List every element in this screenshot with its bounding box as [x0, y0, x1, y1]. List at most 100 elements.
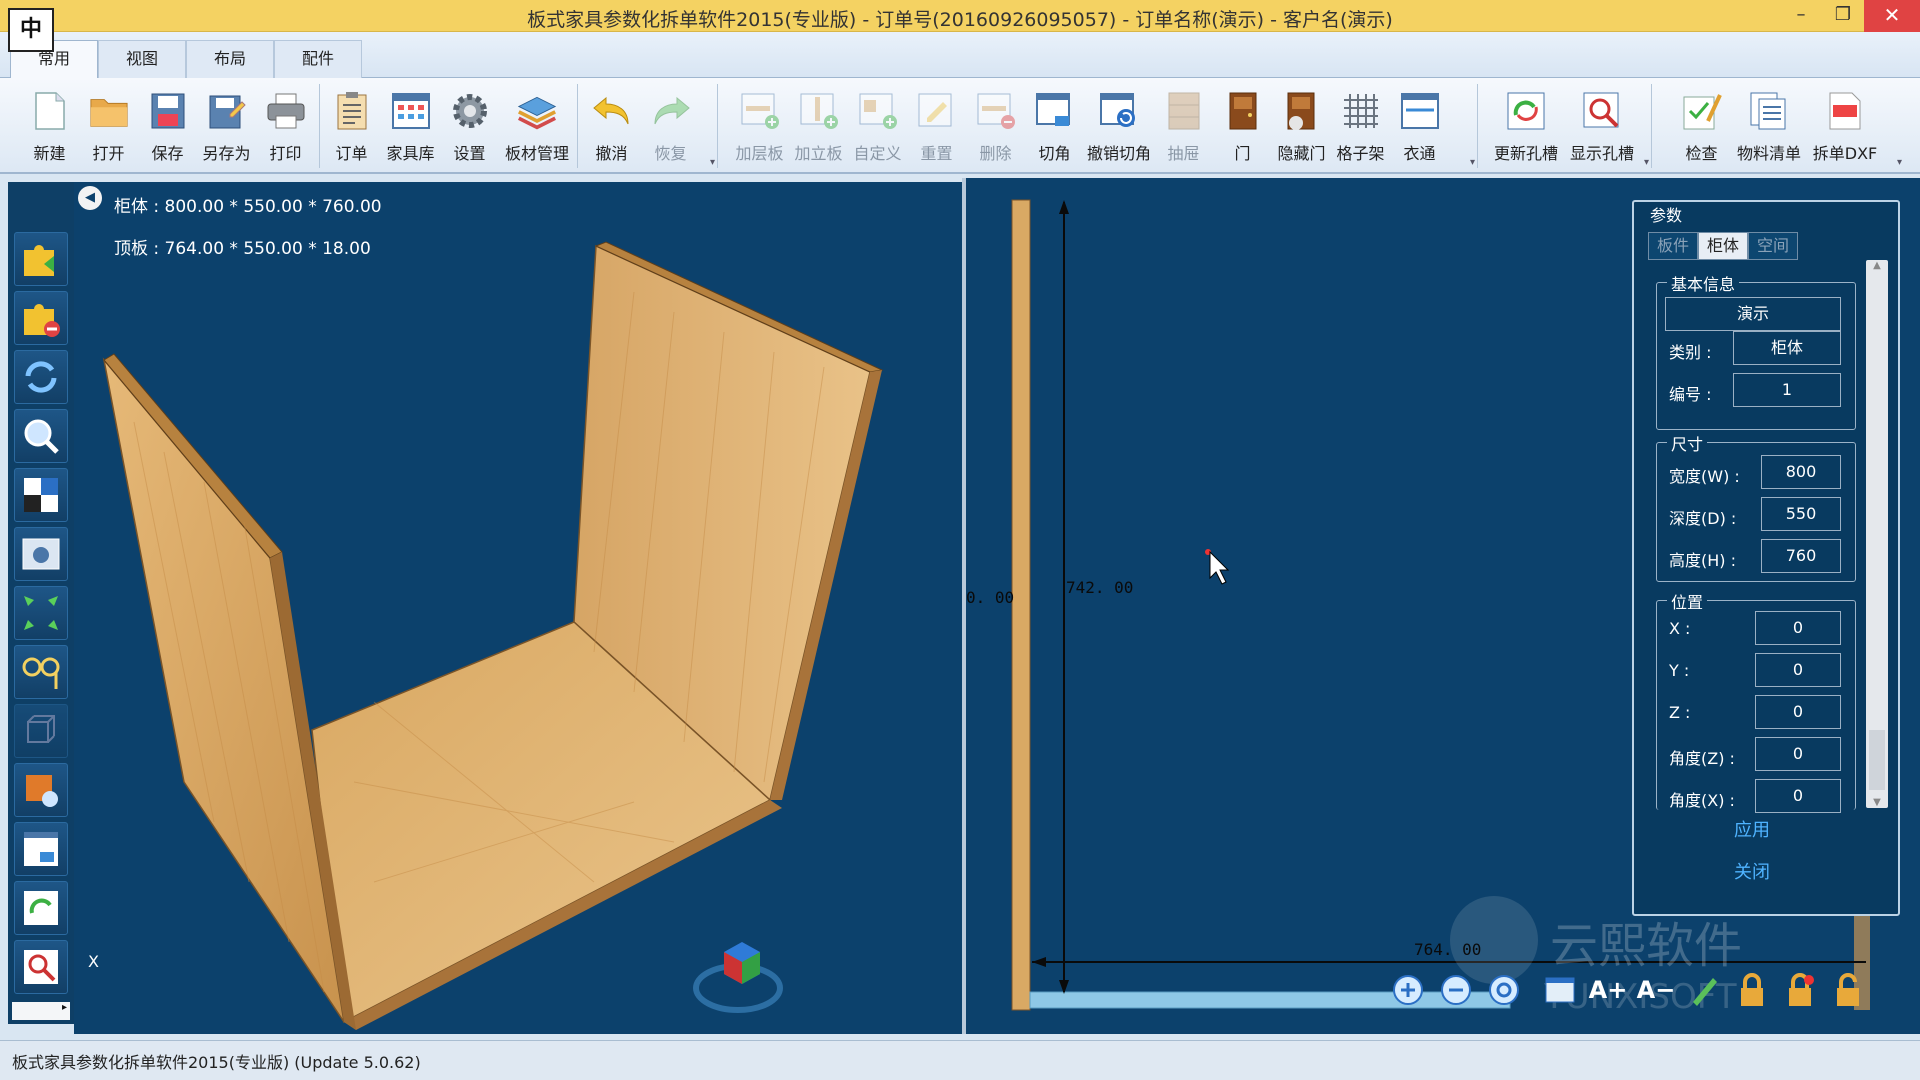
delete-button[interactable]: 删除 [966, 84, 1025, 168]
puzzle-add-icon [24, 245, 54, 276]
order-button[interactable]: 订单 [322, 84, 381, 168]
dim-width-label: 764. 00 [1414, 940, 1482, 959]
z-field[interactable]: 0 [1755, 695, 1841, 729]
scroll-thumb[interactable] [1869, 730, 1885, 790]
y-field[interactable]: 0 [1755, 653, 1841, 687]
reset-button[interactable]: 重置 [907, 84, 966, 168]
custom-board-button[interactable]: 自定义 [848, 84, 907, 168]
close-panel-button[interactable]: 关闭 [1620, 858, 1884, 884]
cabinet-3d-model[interactable] [74, 182, 962, 1034]
measure-tool[interactable] [14, 645, 68, 699]
group-expand-icon[interactable]: ▾ [1470, 157, 1475, 168]
unlock-icon[interactable] [1826, 968, 1870, 1012]
add-vertical-board-button[interactable]: 加立板 [789, 84, 848, 168]
save-as-button[interactable]: 另存为 [197, 84, 256, 168]
check-button[interactable]: 检查 [1672, 84, 1731, 168]
lock-red-icon[interactable] [1778, 968, 1822, 1012]
save-button[interactable]: 保存 [138, 84, 197, 168]
redo-button[interactable]: 恢复 [641, 84, 700, 168]
show-holes-tool[interactable] [14, 940, 68, 994]
3d-viewport[interactable]: ▲ ◀ 柜体 : 800.00 * 550.00 * 760.00 顶板 : 7… [74, 182, 962, 1034]
zoom-tool[interactable] [14, 409, 68, 463]
group-expand-icon[interactable]: ▾ [1644, 157, 1649, 168]
print-button[interactable]: 打印 [256, 84, 315, 168]
save-as-icon [207, 90, 247, 132]
hole-group: 更新孔槽 显示孔槽 ▾ [1488, 84, 1652, 168]
font-increase-icon[interactable]: A+ [1586, 968, 1630, 1012]
zoom-out-icon[interactable] [1434, 968, 1478, 1012]
furniture-library-button[interactable]: 家具库 [381, 84, 440, 168]
font-decrease-icon[interactable]: A− [1634, 968, 1678, 1012]
left-side-panel[interactable] [102, 357, 345, 1023]
params-tab-board[interactable]: 板件 [1648, 232, 1698, 260]
params-tab-space[interactable]: 空间 [1748, 232, 1798, 260]
fit-view-tool[interactable] [14, 586, 68, 640]
drawer-icon [1164, 90, 1204, 132]
grid-rack-button[interactable]: 格子架 [1331, 84, 1390, 168]
delete-icon [976, 90, 1016, 132]
wardrobe-rail-button[interactable]: 衣通 [1390, 84, 1449, 168]
toolbar-expand-button[interactable]: ▸ [12, 1002, 70, 1020]
rotate-tool[interactable] [14, 350, 68, 404]
hidden-door-button[interactable]: 隐藏门 [1272, 84, 1331, 168]
undo-button[interactable]: 撤消 [582, 84, 641, 168]
height-field[interactable]: 760 [1761, 539, 1841, 573]
screenshot-tool[interactable] [14, 527, 68, 581]
pin-icon[interactable] [1682, 968, 1726, 1012]
material-list-button[interactable]: 物料清单 [1731, 84, 1807, 168]
params-scrollbar[interactable]: ▲ ▼ [1866, 260, 1888, 808]
add-component-tool[interactable] [14, 232, 68, 286]
gear-icon [450, 90, 490, 132]
x-field[interactable]: 0 [1755, 611, 1841, 645]
board-management-button[interactable]: 板材管理 [499, 84, 575, 168]
ime-indicator[interactable]: 中 [8, 8, 54, 52]
rotate-icon [25, 361, 57, 393]
show-holes-button[interactable]: 显示孔槽 [1564, 84, 1640, 168]
angle-z-field[interactable]: 0 [1755, 737, 1841, 771]
number-field[interactable]: 1 [1733, 373, 1841, 407]
dxf-file-icon [1825, 90, 1865, 132]
left-board-2d[interactable] [1011, 199, 1031, 1011]
close-button[interactable]: ✕ [1864, 0, 1920, 32]
settings-button[interactable]: 设置 [440, 84, 499, 168]
zoom-fit-icon[interactable] [1482, 968, 1526, 1012]
navigation-cube[interactable] [693, 942, 783, 1013]
height-label: 高度(H) : [1669, 551, 1736, 570]
add-shelf-button[interactable]: 加层板 [730, 84, 789, 168]
material-tool[interactable] [14, 763, 68, 817]
minimize-button[interactable]: – [1780, 0, 1822, 32]
drawer-button[interactable]: 抽屉 [1154, 84, 1213, 168]
undo-chamfer-button[interactable]: 撤销切角 [1084, 84, 1154, 168]
remove-component-tool[interactable] [14, 291, 68, 345]
scroll-down-icon[interactable]: ▼ [1866, 797, 1888, 808]
width-field[interactable]: 800 [1761, 455, 1841, 489]
print-preview-icon[interactable] [1538, 968, 1582, 1012]
wireframe-cube-icon [27, 715, 55, 743]
tab-accessories[interactable]: 配件 [274, 40, 362, 78]
angle-x-field[interactable]: 0 [1755, 779, 1841, 813]
group-expand-icon[interactable]: ▾ [710, 157, 715, 168]
chamfer-button[interactable]: 切角 [1025, 84, 1084, 168]
update-holes-tool[interactable] [14, 881, 68, 935]
params-tab-cabinet[interactable]: 柜体 [1698, 232, 1748, 260]
chamfer-tool[interactable] [14, 822, 68, 876]
update-holes-button[interactable]: 更新孔槽 [1488, 84, 1564, 168]
category-field[interactable]: 柜体 [1733, 331, 1841, 365]
group-expand-icon[interactable]: ▾ [1897, 157, 1902, 168]
depth-field[interactable]: 550 [1761, 497, 1841, 531]
tab-layout[interactable]: 布局 [186, 40, 274, 78]
tab-view[interactable]: 视图 [98, 40, 186, 78]
open-button[interactable]: 打开 [79, 84, 138, 168]
restore-button[interactable]: ❐ [1822, 0, 1864, 32]
apply-button[interactable]: 应用 [1620, 816, 1884, 842]
zoom-in-icon[interactable] [1386, 968, 1430, 1012]
lock-icon[interactable] [1730, 968, 1774, 1012]
wireframe-tool[interactable] [14, 704, 68, 758]
scroll-up-icon[interactable]: ▲ [1866, 260, 1888, 271]
name-field[interactable]: 演示 [1665, 297, 1841, 331]
door-button[interactable]: 门 [1213, 84, 1272, 168]
export-dxf-button[interactable]: 拆单DXF [1807, 84, 1883, 168]
new-button[interactable]: 新建 [20, 84, 79, 168]
hidden-door-icon [1282, 90, 1322, 132]
render-mode-tool[interactable] [14, 468, 68, 522]
